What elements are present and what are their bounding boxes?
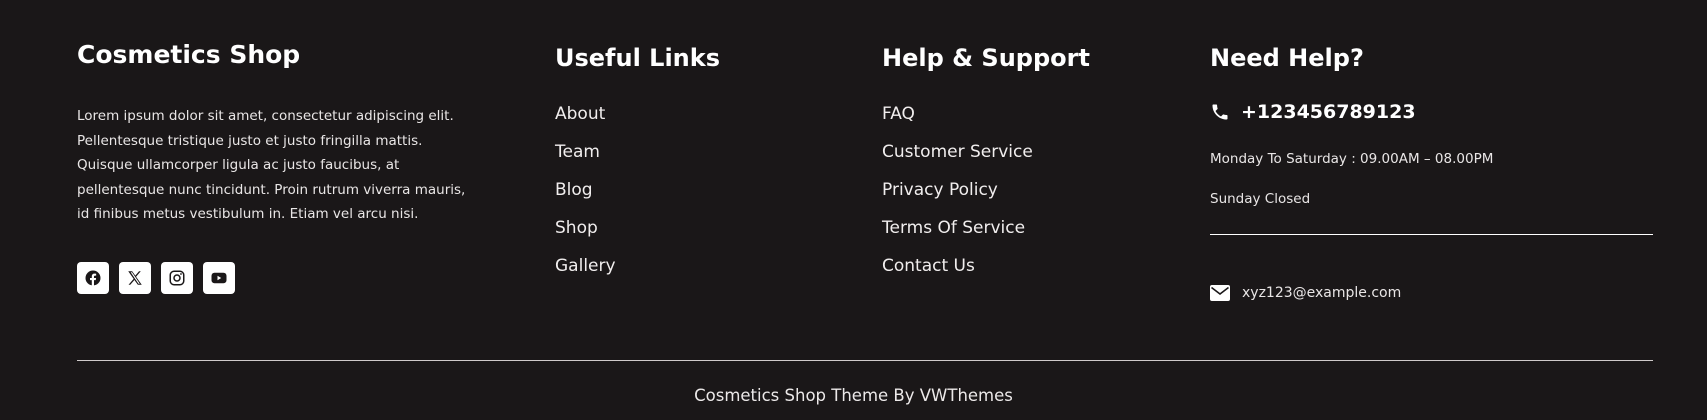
contact-divider: [1210, 234, 1653, 235]
link-customer-service[interactable]: Customer Service: [882, 140, 1033, 178]
youtube-link[interactable]: [203, 262, 235, 294]
social-links: [77, 262, 235, 294]
brand-title: Cosmetics Shop: [77, 40, 301, 69]
link-team[interactable]: Team: [555, 140, 616, 178]
help-support-heading: Help & Support: [882, 44, 1090, 72]
link-faq[interactable]: FAQ: [882, 102, 1033, 140]
site-footer: Cosmetics Shop Lorem ipsum dolor sit ame…: [0, 0, 1707, 420]
youtube-icon: [210, 269, 228, 287]
link-contact-us[interactable]: Contact Us: [882, 254, 1033, 292]
phone-icon: [1210, 102, 1230, 122]
envelope-icon: [1210, 285, 1230, 301]
facebook-link[interactable]: [77, 262, 109, 294]
help-support-list: FAQ Customer Service Privacy Policy Term…: [882, 102, 1033, 292]
useful-links-heading: Useful Links: [555, 44, 721, 72]
x-twitter-icon: [126, 269, 144, 287]
about-description: Lorem ipsum dolor sit amet, consectetur …: [77, 108, 466, 223]
hours-weekday: Monday To Saturday : 09.00AM – 08.00PM: [1210, 151, 1494, 167]
footer-divider: [77, 360, 1653, 361]
email-row[interactable]: xyz123@example.com: [1210, 285, 1401, 301]
phone-row[interactable]: +123456789123: [1210, 101, 1416, 123]
email-address: xyz123@example.com: [1242, 285, 1402, 301]
link-blog[interactable]: Blog: [555, 178, 616, 216]
hours-sunday: Sunday Closed: [1210, 191, 1311, 207]
phone-number: +123456789123: [1241, 101, 1416, 123]
link-privacy-policy[interactable]: Privacy Policy: [882, 178, 1033, 216]
useful-links-list: About Team Blog Shop Gallery: [555, 102, 616, 292]
link-terms-of-service[interactable]: Terms Of Service: [882, 216, 1033, 254]
instagram-icon: [168, 269, 186, 287]
facebook-icon: [84, 269, 102, 287]
x-twitter-link[interactable]: [119, 262, 151, 294]
link-shop[interactable]: Shop: [555, 216, 616, 254]
instagram-link[interactable]: [161, 262, 193, 294]
copyright-text: Cosmetics Shop Theme By VWThemes: [694, 386, 1013, 405]
need-help-heading: Need Help?: [1210, 44, 1364, 72]
link-gallery[interactable]: Gallery: [555, 254, 616, 292]
link-about[interactable]: About: [555, 102, 616, 140]
